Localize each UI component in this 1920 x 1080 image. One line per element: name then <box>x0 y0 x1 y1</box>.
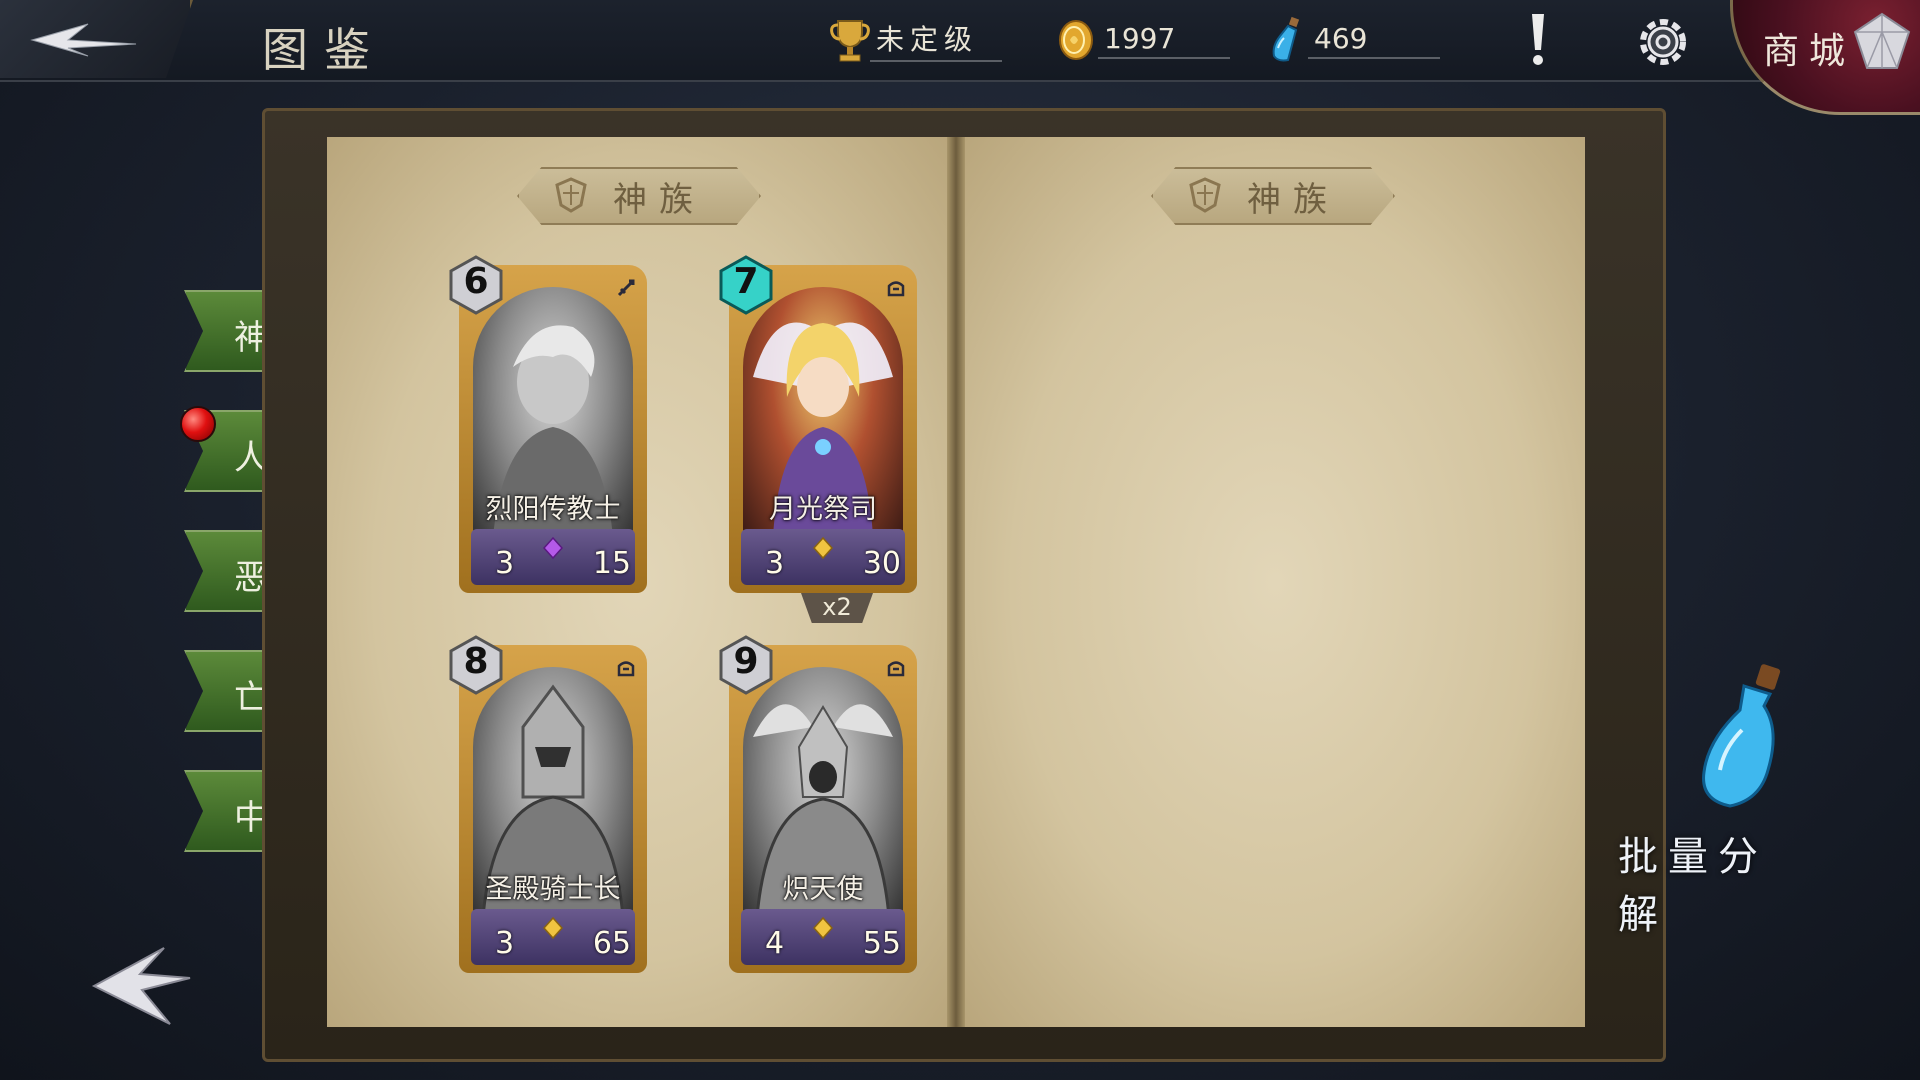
card-health: 15 <box>592 546 631 581</box>
card-name: 烈阳传教士 <box>485 494 621 525</box>
card-name: 月光祭司 <box>769 494 877 525</box>
card-cost: 6 <box>463 261 489 302</box>
gold-coin-icon <box>1059 20 1093 60</box>
gold-value: 1997 <box>1098 22 1230 59</box>
crest-icon <box>555 177 587 213</box>
alert-button[interactable] <box>1518 10 1558 68</box>
shop-label: 商城 <box>1763 31 1856 72</box>
back-button[interactable] <box>0 0 193 78</box>
hero-card[interactable]: 8 圣殿骑士长 3 65 <box>449 635 647 973</box>
gear-icon <box>1640 19 1686 65</box>
gem-icon <box>1853 12 1911 69</box>
potion-bottle-icon <box>1702 664 1781 808</box>
cost-badge: 9 <box>717 635 775 695</box>
banner-label: 神族 <box>613 179 705 220</box>
card-attack: 4 <box>765 926 785 961</box>
card-name: 圣殿骑士长 <box>485 874 621 905</box>
trophy-icon <box>830 20 870 62</box>
rarity-gem-icon <box>543 917 563 939</box>
potion-value: 469 <box>1308 22 1440 59</box>
cost-badge: 8 <box>447 635 505 695</box>
left-page-banner: 神族 <box>517 167 761 225</box>
right-page-banner: 神族 <box>1151 167 1395 225</box>
notification-dot <box>180 406 216 442</box>
rarity-gem-icon <box>813 537 833 559</box>
crest-icon <box>1189 177 1221 213</box>
gold-display: 1997 <box>1054 18 1230 62</box>
hero-card[interactable]: 7 月光祭司 3 30 x2 <box>719 255 917 623</box>
back-arrow-icon <box>30 23 137 57</box>
sword-icon <box>617 279 635 297</box>
potion-icon <box>1272 16 1300 62</box>
rank-label: 未定级 <box>870 18 1002 62</box>
page-title: 图鉴 <box>262 23 386 77</box>
collection-book: 神族 6 烈阳传教士 3 15 7 月光祭司 3 30 x2 8 圣殿骑士长 3… <box>262 108 1666 1062</box>
cost-badge: 7 <box>717 255 775 315</box>
top-bar: 图鉴 未定级 1997 469 商城 <box>0 0 1920 115</box>
helmet-icon <box>887 281 905 297</box>
card-attack: 3 <box>495 926 515 961</box>
hero-card[interactable]: 6 烈阳传教士 3 15 <box>449 255 647 593</box>
book-spine <box>947 137 965 1027</box>
bulk-decompose-label: 批量分解 <box>1618 834 1768 938</box>
cost-badge: 6 <box>447 255 505 315</box>
card-cost: 7 <box>733 261 759 302</box>
right-page: 神族 <box>965 137 1585 1027</box>
card-cost: 8 <box>463 641 489 682</box>
helmet-icon <box>887 661 905 677</box>
rarity-gem-icon <box>543 537 563 559</box>
card-attack: 3 <box>765 546 785 581</box>
rank-display: 未定级 <box>830 18 1002 62</box>
hero-card[interactable]: 9 炽天使 4 55 <box>719 635 917 973</box>
card-health: 30 <box>862 546 901 581</box>
bulk-decompose-button[interactable]: 批量分解 <box>1600 660 1790 938</box>
card-attack: 3 <box>495 546 515 581</box>
card-cost: 9 <box>733 641 759 682</box>
rarity-gem-icon <box>813 917 833 939</box>
page-back-button[interactable] <box>90 944 194 1032</box>
card-name: 炽天使 <box>782 874 864 905</box>
card-health: 65 <box>592 926 631 961</box>
potion-display: 469 <box>1268 16 1440 62</box>
exclamation-icon <box>1532 14 1544 65</box>
card-count-badge: x2 <box>801 593 873 623</box>
settings-button[interactable] <box>1630 12 1696 72</box>
left-page: 神族 6 烈阳传教士 3 15 7 月光祭司 3 30 x2 8 圣殿骑士长 3… <box>327 137 948 1027</box>
banner-label: 神族 <box>1247 179 1339 220</box>
card-health: 55 <box>862 926 901 961</box>
helmet-icon <box>617 661 635 677</box>
shop-button[interactable]: 商城 <box>1730 0 1920 115</box>
double-arrow-left-icon <box>91 947 191 1025</box>
